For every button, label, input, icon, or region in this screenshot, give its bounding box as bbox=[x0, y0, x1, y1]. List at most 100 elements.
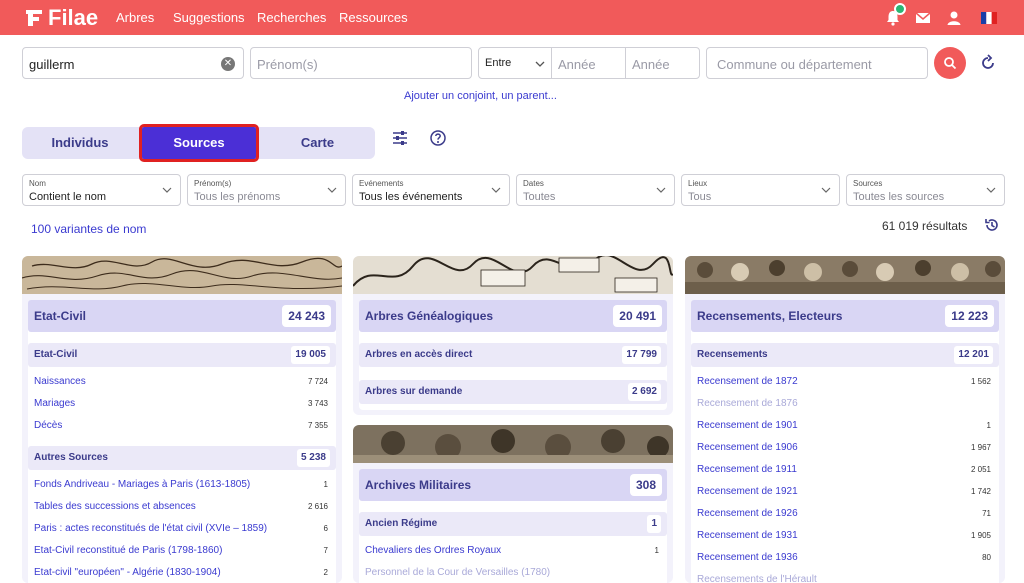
filter-name[interactable]: Nom Contient le nom bbox=[22, 174, 181, 206]
card-header[interactable]: Recensements, Electeurs 12 223 bbox=[691, 300, 999, 332]
group-header[interactable]: Arbres en accès direct 17 799 bbox=[359, 343, 667, 367]
group-header[interactable]: Autres Sources 5 238 bbox=[28, 446, 336, 470]
list-item[interactable]: Paris : actes reconstitués de l'état civ… bbox=[28, 519, 336, 539]
clear-icon[interactable]: ✕ bbox=[221, 57, 235, 71]
group-count: 5 238 bbox=[296, 449, 330, 467]
group-title: Autres Sources bbox=[34, 452, 108, 463]
card-header[interactable]: Etat-Civil 24 243 bbox=[28, 300, 336, 332]
item-count: 1 bbox=[323, 480, 328, 489]
group-title: Etat-Civil bbox=[34, 349, 78, 360]
range-select-value: Entre bbox=[485, 57, 512, 69]
settings-sliders-icon[interactable] bbox=[391, 129, 409, 147]
chevron-down-icon bbox=[535, 61, 545, 67]
list-item[interactable]: Etat-civil "européen" - Algérie (1830-19… bbox=[28, 563, 336, 583]
group-title: Recensements bbox=[697, 349, 768, 360]
list-item[interactable]: Décès 7 355 bbox=[28, 416, 336, 436]
item-count: 2 616 bbox=[307, 502, 328, 511]
filter-places[interactable]: Lieux Tous bbox=[681, 174, 840, 206]
filter-value: Tous bbox=[688, 191, 712, 203]
list-item[interactable]: Mariages 3 743 bbox=[28, 394, 336, 414]
list-item[interactable]: Chevaliers des Ordres Royaux 1 bbox=[359, 541, 667, 561]
list-item[interactable]: Recensement de 1901 1 bbox=[691, 416, 999, 436]
card-title: Etat-Civil bbox=[34, 309, 87, 323]
list-item[interactable]: Fonds Andriveau - Mariages à Paris (1613… bbox=[28, 475, 336, 495]
help-icon[interactable] bbox=[429, 129, 447, 147]
item-count: 1 bbox=[654, 546, 659, 555]
chevron-down-icon bbox=[327, 187, 337, 193]
filae-logo[interactable]: Filae bbox=[24, 5, 99, 30]
group-header[interactable]: Ancien Régime 1 bbox=[359, 512, 667, 536]
item-count: 2 051 bbox=[970, 465, 991, 474]
list-item[interactable]: Tables des successions et absences 2 616 bbox=[28, 497, 336, 517]
name-variants-link[interactable]: 100 variantes de nom bbox=[31, 222, 146, 236]
filter-label: Lieux bbox=[688, 179, 708, 188]
group-header[interactable]: Arbres sur demande 2 692 bbox=[359, 380, 667, 404]
list-item[interactable]: Naissances 7 724 bbox=[28, 372, 336, 392]
list-item[interactable]: Recensement de 1921 1 742 bbox=[691, 482, 999, 502]
item-count: 6 bbox=[323, 524, 328, 533]
add-relative-link[interactable]: Ajouter un conjoint, un parent... bbox=[404, 90, 557, 102]
search-button[interactable] bbox=[934, 47, 966, 79]
item-label: Recensement de 1931 bbox=[697, 530, 798, 541]
item-label: Fonds Andriveau - Mariages à Paris (1613… bbox=[34, 479, 251, 490]
card-header[interactable]: Archives Militaires 308 bbox=[359, 469, 667, 501]
list-item[interactable]: Etat-Civil reconstitué de Paris (1798-18… bbox=[28, 541, 336, 561]
nav-recherches[interactable]: Recherches bbox=[257, 10, 326, 25]
card-header[interactable]: Arbres Généalogiques 20 491 bbox=[359, 300, 667, 332]
nav-suggestions[interactable]: Suggestions bbox=[173, 10, 245, 25]
group-title: Arbres sur demande bbox=[365, 386, 463, 397]
item-count: 1 967 bbox=[970, 443, 991, 452]
list-item[interactable]: Personnel de la Cour de Versailles (1780… bbox=[359, 563, 667, 583]
reset-icon[interactable] bbox=[978, 53, 998, 73]
nav-arbres[interactable]: Arbres bbox=[116, 10, 154, 25]
results-count: 61 019 résultats bbox=[882, 219, 968, 233]
filter-dates[interactable]: Dates Toutes bbox=[516, 174, 675, 206]
firstname-input[interactable]: Prénom(s) bbox=[250, 47, 472, 79]
nav-ressources[interactable]: Ressources bbox=[339, 10, 408, 25]
tab-carte[interactable]: Carte bbox=[260, 127, 375, 159]
list-item[interactable]: Recensement de 1931 1 905 bbox=[691, 526, 999, 546]
card-count: 24 243 bbox=[282, 305, 331, 327]
item-label: Personnel de la Cour de Versailles (1780… bbox=[365, 567, 551, 578]
filter-firstname[interactable]: Prénom(s) Tous les prénoms bbox=[187, 174, 346, 206]
place-input[interactable]: Commune ou département bbox=[706, 47, 928, 79]
name-input-value: guillerm bbox=[29, 57, 75, 72]
list-item[interactable]: Recensement de 1911 2 051 bbox=[691, 460, 999, 480]
group-header[interactable]: Etat-Civil 19 005 bbox=[28, 343, 336, 367]
recensements-card: Recensements, Electeurs 12 223 Recenseme… bbox=[691, 300, 999, 583]
list-item[interactable]: Recensement de 1872 1 562 bbox=[691, 372, 999, 392]
tab-individus[interactable]: Individus bbox=[22, 127, 138, 159]
filter-value: Toutes les sources bbox=[853, 191, 945, 203]
item-label: Etat-civil "européen" - Algérie (1830-19… bbox=[34, 567, 221, 578]
filter-label: Evénements bbox=[359, 179, 404, 188]
arbres-column: Arbres Généalogiques 20 491 Arbres en ac… bbox=[353, 256, 673, 415]
flag-fr-icon[interactable] bbox=[980, 9, 998, 27]
list-item[interactable]: Recensement de 1876 bbox=[691, 394, 999, 414]
item-count: 71 bbox=[982, 509, 991, 518]
group-header[interactable]: Recensements 12 201 bbox=[691, 343, 999, 367]
list-item[interactable]: Recensement de 1926 71 bbox=[691, 504, 999, 524]
list-item[interactable]: Recensement de 1906 1 967 bbox=[691, 438, 999, 458]
history-icon[interactable] bbox=[984, 217, 1000, 233]
filter-label: Nom bbox=[29, 179, 46, 188]
militaires-banner-image bbox=[353, 425, 673, 463]
item-count: 1 bbox=[986, 421, 991, 430]
item-count: 1 562 bbox=[970, 377, 991, 386]
filter-events[interactable]: Evénements Tous les événements bbox=[352, 174, 510, 206]
chevron-down-icon bbox=[491, 187, 501, 193]
item-label: Recensement de 1921 bbox=[697, 486, 798, 497]
item-label: Naissances bbox=[34, 376, 86, 387]
item-label: Décès bbox=[34, 420, 63, 431]
filter-sources[interactable]: Sources Toutes les sources bbox=[846, 174, 1005, 206]
year-from-input[interactable]: Année bbox=[551, 47, 626, 79]
range-select[interactable]: Entre bbox=[478, 47, 552, 79]
user-icon[interactable] bbox=[945, 9, 963, 27]
list-item[interactable]: Recensements de l'Hérault bbox=[691, 570, 999, 583]
notification-badge bbox=[894, 3, 906, 15]
tab-sources[interactable]: Sources bbox=[139, 124, 259, 162]
brand-name: Filae bbox=[48, 5, 99, 30]
year-to-input[interactable]: Année bbox=[625, 47, 700, 79]
mail-icon[interactable] bbox=[914, 9, 932, 27]
list-item[interactable]: Recensement de 1936 80 bbox=[691, 548, 999, 568]
name-search-input[interactable]: guillerm ✕ bbox=[22, 47, 244, 79]
